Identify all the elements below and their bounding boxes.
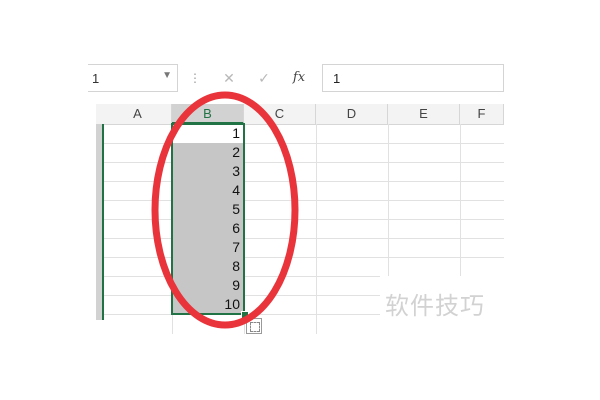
column-header-d[interactable]: D <box>316 104 388 124</box>
cell-b9[interactable]: 9 <box>172 276 244 295</box>
formula-bar-grip-icon: ⋮ <box>189 71 201 85</box>
gridline <box>316 124 317 334</box>
cell-b2[interactable]: 2 <box>172 143 244 162</box>
insert-function-icon[interactable]: fx <box>288 68 310 88</box>
quick-analysis-inner <box>250 322 260 332</box>
gridline <box>244 124 245 334</box>
column-header-row: A B C D E F <box>96 104 504 125</box>
spreadsheet-screenshot: 1 ▼ ⋮ ✕ ✓ fx 1 A B C D E F 1 2 3 4 5 6 7… <box>0 0 600 400</box>
gridline <box>104 238 504 239</box>
cell-b4[interactable]: 4 <box>172 181 244 200</box>
cell-b3[interactable]: 3 <box>172 162 244 181</box>
formula-value: 1 <box>333 71 341 86</box>
column-header-e[interactable]: E <box>388 104 460 124</box>
cell-b10[interactable]: 10 <box>172 295 244 314</box>
column-header-b[interactable]: B <box>172 104 244 124</box>
cell-b5[interactable]: 5 <box>172 200 244 219</box>
formula-bar: 1 ▼ ⋮ ✕ ✓ fx 1 <box>88 64 504 94</box>
gridline <box>104 257 504 258</box>
cell-b7[interactable]: 7 <box>172 238 244 257</box>
name-box-value: 1 <box>92 71 100 86</box>
gridline <box>104 200 504 201</box>
cancel-icon[interactable]: ✕ <box>218 68 240 88</box>
quick-analysis-icon[interactable] <box>246 318 262 334</box>
cell-b8[interactable]: 8 <box>172 257 244 276</box>
formula-input[interactable]: 1 <box>322 64 504 92</box>
enter-check-icon[interactable]: ✓ <box>253 68 275 88</box>
column-header-a[interactable]: A <box>104 104 172 124</box>
name-box[interactable]: 1 ▼ <box>88 64 178 92</box>
gridline <box>104 162 504 163</box>
row-header-column[interactable] <box>96 124 104 320</box>
gridline <box>104 143 504 144</box>
gridline <box>104 219 504 220</box>
chevron-down-icon[interactable]: ▼ <box>162 70 172 81</box>
watermark-text: 软件技巧 <box>385 292 485 320</box>
gridline <box>104 181 504 182</box>
column-header-f[interactable]: F <box>460 104 504 124</box>
column-header-c[interactable]: C <box>244 104 316 124</box>
cell-b6[interactable]: 6 <box>172 219 244 238</box>
cell-b1[interactable]: 1 <box>172 124 244 143</box>
